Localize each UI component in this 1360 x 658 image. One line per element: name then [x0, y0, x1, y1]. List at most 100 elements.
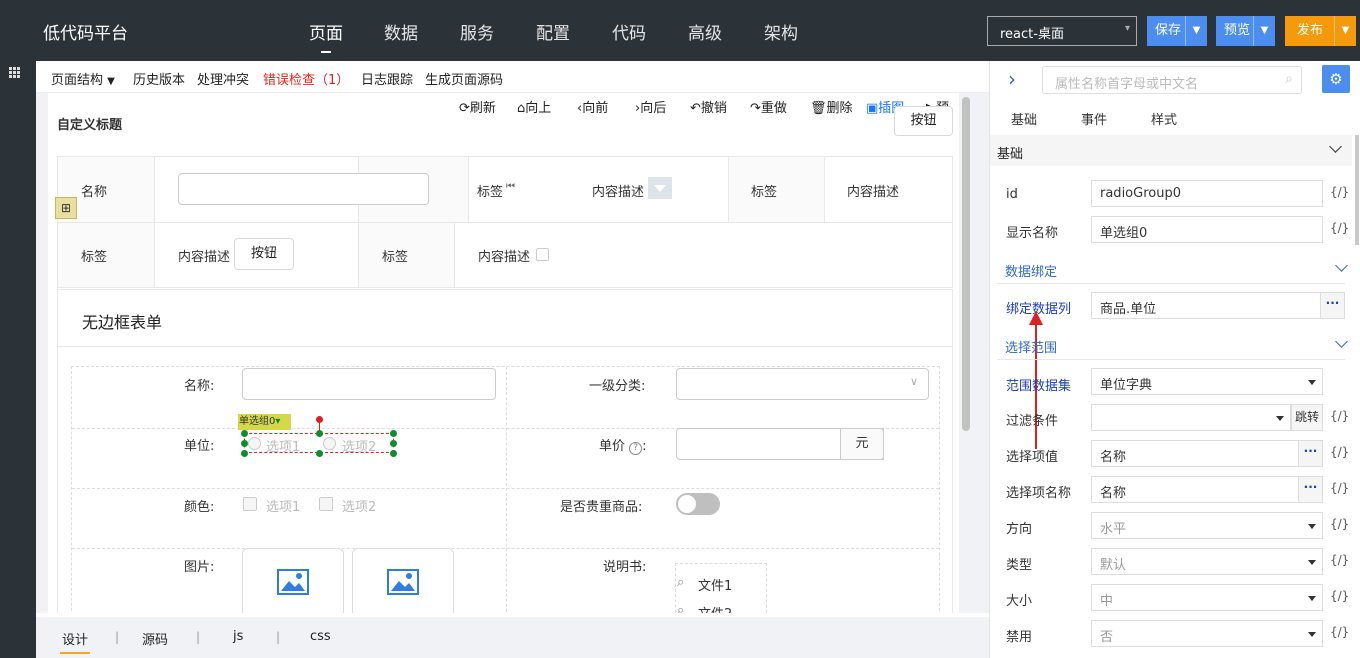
display-name-input[interactable]: 单选组0 [1091, 216, 1323, 243]
settings-gear-icon[interactable]: ⚙ [1322, 65, 1350, 93]
nav-code[interactable]: 代码 [612, 19, 646, 44]
code-icon[interactable]: {/} [1330, 625, 1349, 639]
error-check-button[interactable]: 错误检查（1） [263, 69, 349, 88]
type-select[interactable]: 默认 [1091, 548, 1323, 575]
code-icon[interactable]: {/} [1330, 221, 1349, 235]
code-icon[interactable]: {/} [1330, 553, 1349, 567]
env-select[interactable]: react-桌面 ▾ [987, 16, 1137, 46]
image-upload-2[interactable] [352, 548, 454, 613]
more-icon[interactable]: ··· [1298, 477, 1322, 502]
history-button[interactable]: 历史版本 [133, 69, 185, 88]
nav-config[interactable]: 配置 [536, 19, 570, 44]
tab-js[interactable]: js [233, 629, 243, 644]
nav-advanced[interactable]: 高级 [688, 19, 722, 44]
gen-source-button[interactable]: 生成页面源码 [425, 69, 503, 88]
range-dataset-select[interactable]: 单位字典 [1091, 368, 1323, 395]
help-icon[interactable]: ? [629, 442, 643, 455]
preview-button[interactable]: 预览 ▼ [1216, 16, 1275, 46]
desc-button[interactable]: 按钮 [234, 238, 294, 270]
section-basic-header[interactable]: 基础 [990, 135, 1352, 166]
filter-select[interactable] [1091, 404, 1291, 431]
code-icon[interactable]: {/} [1330, 445, 1349, 459]
file-2[interactable]: 文件2 [698, 603, 732, 613]
radio-option-1[interactable] [248, 437, 261, 450]
image-upload-1[interactable] [242, 548, 344, 613]
selected-component-tag[interactable]: 单选组0▾ [238, 414, 291, 430]
nav-architecture[interactable]: 架构 [764, 19, 798, 44]
range-section-title[interactable]: 选择范围 [1005, 337, 1057, 356]
page-structure-menu[interactable]: 页面结构 ▼ [51, 69, 115, 88]
code-icon[interactable]: {/} [1330, 185, 1349, 199]
property-search[interactable]: 属性名称首字母或中文名 ⌕ [1042, 66, 1302, 94]
code-icon[interactable]: {/} [1330, 409, 1349, 423]
size-select[interactable]: 中 [1091, 584, 1323, 611]
log-button[interactable]: 日志跟踪 [361, 69, 413, 88]
tab-basic[interactable]: 基础 [1011, 109, 1037, 128]
up-action[interactable]: ⌂向上 [517, 97, 551, 116]
file-1[interactable]: 文件1 [698, 575, 732, 594]
search-placeholder: 属性名称首字母或中文名 [1055, 77, 1199, 92]
resize-handle[interactable] [390, 440, 397, 447]
form-name-input[interactable] [242, 368, 496, 400]
first-page-icon: ⏮ [506, 181, 515, 192]
panel-scrollbar[interactable] [1355, 135, 1359, 245]
tab-design[interactable]: 设计 [59, 629, 91, 654]
tab-event[interactable]: 事件 [1081, 109, 1107, 128]
direction-select[interactable]: 水平 [1091, 512, 1323, 539]
code-icon[interactable]: {/} [1330, 517, 1349, 531]
resize-handle[interactable] [241, 450, 248, 457]
desc-name-input[interactable] [178, 173, 429, 205]
delete-action[interactable]: 🗑删除 [810, 97, 853, 116]
binding-section-title[interactable]: 数据绑定 [1005, 261, 1057, 280]
forward-action[interactable]: ‹向前 [577, 97, 608, 116]
tab-source[interactable]: 源码 [142, 629, 168, 648]
resize-handle[interactable] [316, 430, 323, 437]
undo-action[interactable]: ↶撤销 [690, 97, 727, 116]
canvas-scrollbar[interactable] [962, 97, 970, 431]
save-dropdown-icon[interactable]: ▼ [1185, 16, 1207, 46]
rotate-handle[interactable] [316, 416, 323, 423]
form-category-select[interactable]: ∨ [676, 368, 929, 400]
resize-handle[interactable] [390, 430, 397, 437]
radio-option-2[interactable] [323, 437, 336, 450]
tab-style[interactable]: 样式 [1151, 109, 1177, 128]
nav-service[interactable]: 服务 [460, 19, 494, 44]
backward-action[interactable]: ›向后 [635, 97, 666, 116]
more-icon[interactable]: ··· [1298, 441, 1322, 466]
color-checkbox-1[interactable] [243, 497, 257, 511]
conflict-button[interactable]: 处理冲突 [197, 69, 249, 88]
dropdown-widget-icon[interactable] [648, 177, 672, 199]
chevron-right-icon[interactable]: › [1008, 67, 1016, 91]
disabled-select[interactable]: 否 [1091, 620, 1323, 647]
component-handle-icon[interactable]: ⊞ [55, 197, 77, 219]
save-button[interactable]: 保存 ▼ [1147, 16, 1207, 46]
preview-dropdown-icon[interactable]: ▼ [1253, 16, 1275, 46]
chevron-down-icon[interactable] [1335, 335, 1348, 348]
color-checkbox-2[interactable] [319, 497, 333, 511]
precious-toggle[interactable] [676, 493, 720, 515]
publish-button[interactable]: 发布 ▼ [1285, 16, 1356, 46]
redo-action[interactable]: ↷重做 [750, 97, 787, 116]
nav-data[interactable]: 数据 [384, 19, 418, 44]
chevron-down-icon[interactable] [1335, 259, 1348, 272]
option-name-input[interactable]: 名称 ··· [1091, 476, 1323, 503]
code-icon[interactable]: {/} [1330, 481, 1349, 495]
nav-page[interactable]: 页面 [309, 19, 343, 53]
more-icon[interactable]: ··· [1320, 293, 1344, 318]
resize-handle[interactable] [316, 450, 323, 457]
form-name-label: 名称: [184, 379, 215, 394]
id-input[interactable]: radioGroup0 [1091, 180, 1323, 207]
code-icon[interactable]: {/} [1330, 589, 1349, 603]
resize-handle[interactable] [241, 440, 248, 447]
tab-css[interactable]: css [310, 629, 331, 644]
filter-jump-button[interactable]: 跳转 [1291, 404, 1323, 431]
desc-checkbox[interactable] [536, 248, 549, 261]
refresh-action[interactable]: ⟳刷新 [459, 97, 496, 116]
option-value-input[interactable]: 名称 ··· [1091, 440, 1323, 467]
resize-handle[interactable] [390, 450, 397, 457]
publish-dropdown-icon[interactable]: ▼ [1334, 16, 1356, 46]
title-button[interactable]: 按钮 [894, 106, 953, 136]
bind-column-input[interactable]: 商品.单位 ··· [1091, 292, 1345, 319]
grid-menu-icon[interactable] [9, 67, 21, 79]
resize-handle[interactable] [241, 430, 248, 437]
